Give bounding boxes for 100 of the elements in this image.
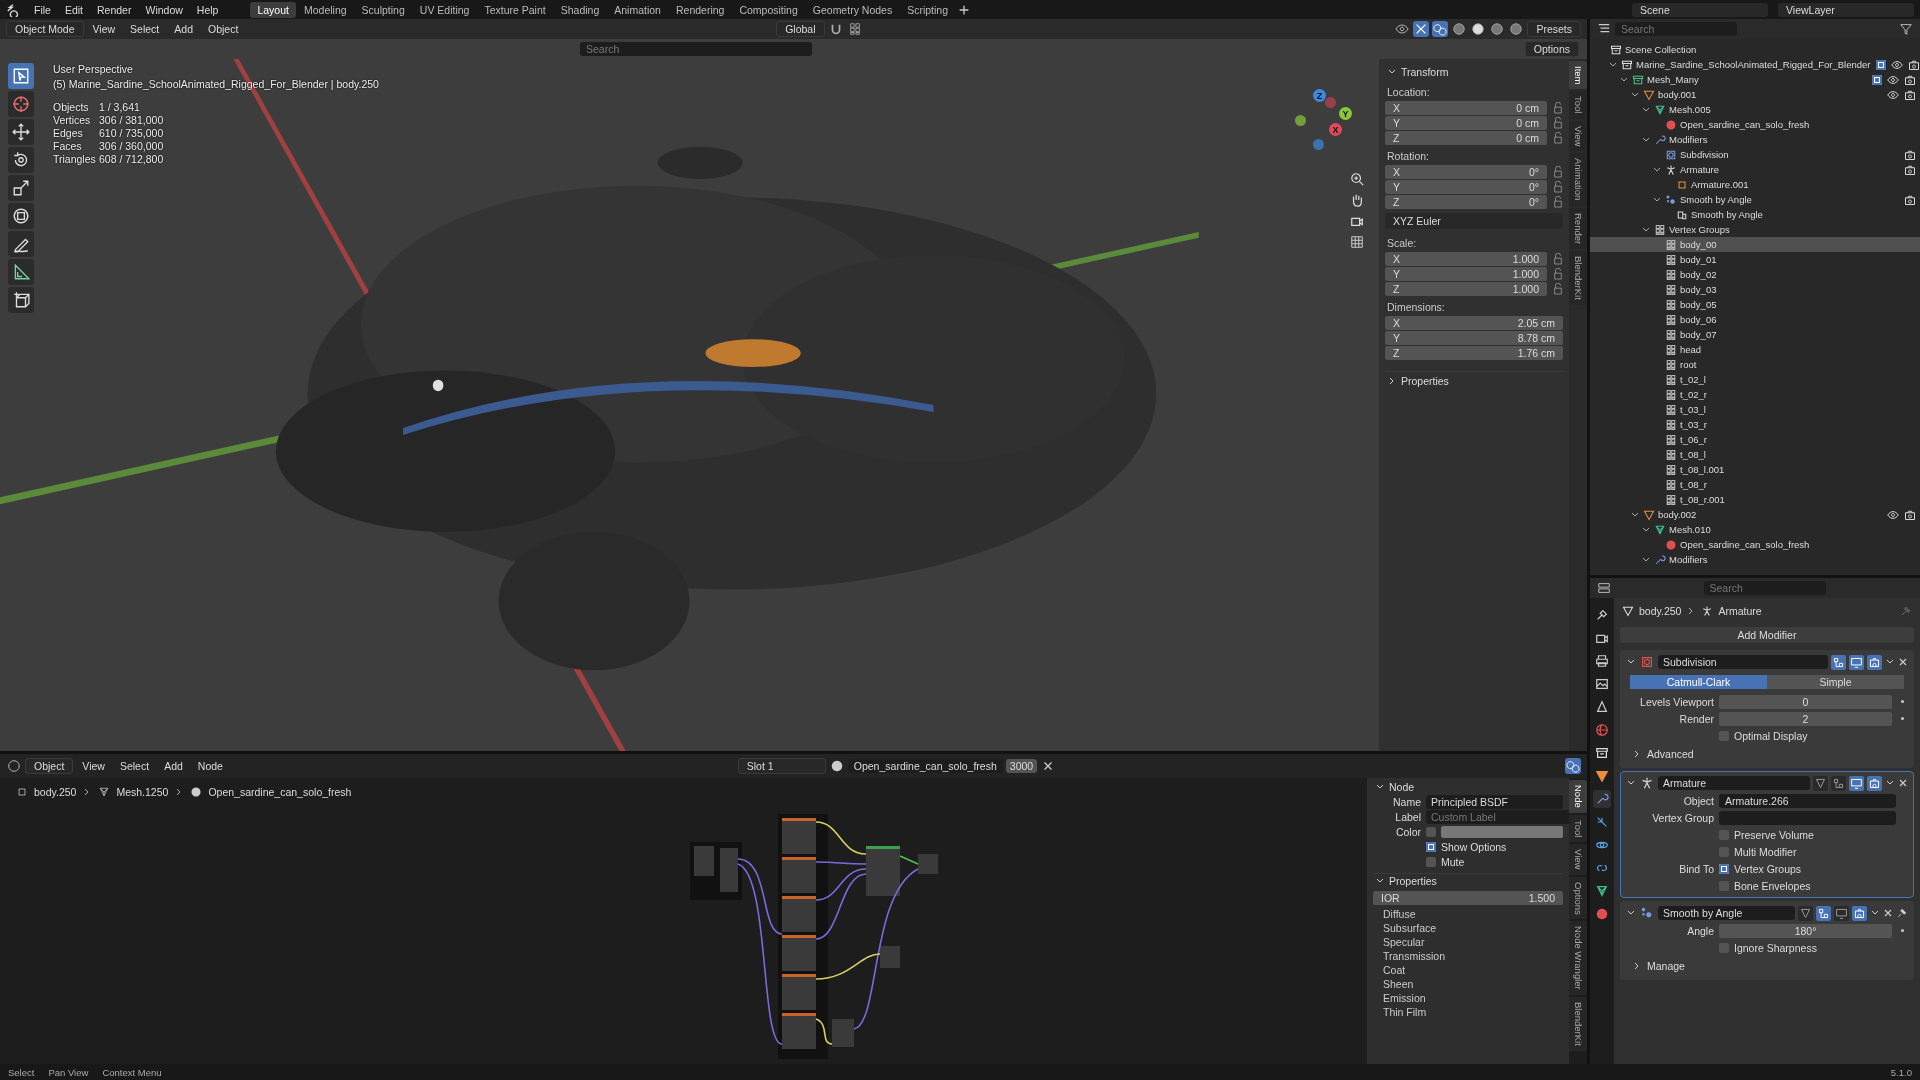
outliner-item[interactable]: body_01 (1590, 252, 1920, 267)
checkbox[interactable] (1719, 730, 1729, 741)
outliner-item[interactable]: t_02_r (1590, 387, 1920, 402)
checkbox[interactable] (1719, 846, 1729, 857)
vertices-icon[interactable] (1831, 775, 1846, 791)
monitor-icon[interactable] (1849, 775, 1864, 791)
search-field[interactable]: Search (580, 42, 812, 56)
menu-item[interactable]: Add (168, 21, 199, 37)
select-box-icon[interactable] (8, 63, 34, 89)
subpanel-header[interactable]: Emission (1373, 992, 1563, 1005)
vertices-icon[interactable] (1816, 905, 1831, 921)
node-card[interactable] (782, 1013, 816, 1049)
subpanel-header[interactable]: Sheen (1373, 978, 1563, 991)
search-field[interactable]: Search (1703, 581, 1826, 595)
search-field[interactable]: Search (1615, 22, 1737, 36)
outliner-item[interactable]: Smooth by Angle (1590, 207, 1920, 222)
modifier-name-field[interactable]: Subdivision (1658, 655, 1828, 669)
outliner-item[interactable]: Open_sardine_can_solo_fresh (1590, 117, 1920, 132)
shading-sphere-icon[interactable] (1508, 21, 1525, 37)
rotation-mode-dropdown[interactable]: XYZ Euler (1385, 213, 1563, 229)
object-field[interactable]: Armature.266 (1719, 793, 1896, 808)
editor-type-icon[interactable] (1596, 580, 1612, 596)
workspace-tab[interactable]: UV Editing (412, 1, 477, 18)
checkbox[interactable] (1719, 880, 1729, 891)
user-count[interactable]: 3000 (1005, 759, 1038, 773)
name-field[interactable]: Principled BSDF (1426, 795, 1563, 809)
node-card[interactable] (782, 935, 816, 971)
menu-item[interactable]: Render (91, 1, 138, 18)
outliner-item[interactable]: Smooth by Angle (1590, 192, 1920, 207)
outliner-item[interactable]: Scene Collection (1590, 42, 1920, 57)
move-icon[interactable] (8, 119, 34, 145)
segment-button[interactable]: Catmull-Clark (1630, 675, 1767, 689)
node-card[interactable] (880, 946, 900, 968)
outliner-item[interactable]: t_08_l (1590, 447, 1920, 462)
printer-icon[interactable] (1593, 652, 1611, 670)
filter-icon[interactable] (1898, 21, 1914, 37)
number-field[interactable]: Y 1.000 (1385, 267, 1547, 281)
axis-dot-icon[interactable] (1313, 139, 1324, 150)
checkbox[interactable] (1426, 857, 1436, 867)
number-field[interactable]: Z 0° (1385, 195, 1547, 209)
menu-item[interactable]: Help (190, 1, 225, 18)
checkbox[interactable] (1719, 942, 1729, 953)
node-card[interactable] (694, 846, 714, 876)
breadcrumb-item[interactable]: body.250 (34, 786, 77, 798)
orientation-dropdown[interactable]: Global (776, 21, 825, 37)
shading-sphere-icon[interactable] (1451, 21, 1468, 37)
camera-icon[interactable] (1904, 193, 1916, 206)
subpanel-header[interactable]: Specular (1373, 936, 1563, 949)
zoom-icon[interactable] (1349, 171, 1365, 187)
sidebar-tab[interactable]: View (1569, 844, 1587, 875)
menu-item[interactable]: View (76, 758, 111, 774)
subpanel-header[interactable]: Manage (1647, 960, 1685, 972)
sidebar-tab[interactable]: Options (1569, 876, 1587, 920)
node-card[interactable] (782, 974, 816, 1010)
sidebar-tab[interactable]: Tool (1569, 91, 1587, 119)
outliner-item[interactable]: body.001 (1590, 87, 1920, 102)
view-layer-field[interactable]: ViewLayer (1778, 2, 1914, 17)
outliner-item[interactable]: Open_sardine_can_solo_fresh (1590, 537, 1920, 552)
outliner-item[interactable]: Vertex Groups (1590, 222, 1920, 237)
rotate-icon[interactable] (8, 147, 34, 173)
number-field[interactable]: 2 (1719, 711, 1892, 726)
subpanel-header[interactable]: Subsurface (1373, 922, 1563, 935)
menu-item[interactable]: Node (191, 758, 229, 774)
outliner-item[interactable]: Mesh.010 (1590, 522, 1920, 537)
lock-icon[interactable] (1553, 268, 1563, 280)
outliner-item[interactable]: t_08_r.001 (1590, 492, 1920, 507)
overlay-icon[interactable] (1432, 21, 1449, 37)
options-dropdown[interactable]: Options (1524, 41, 1579, 57)
lock-icon[interactable] (1553, 283, 1563, 295)
workspace-tab[interactable]: Compositing (732, 1, 805, 18)
shading-sphere-icon[interactable] (1470, 21, 1487, 37)
camera-icon[interactable] (1867, 775, 1882, 791)
subpanel-header[interactable]: Diffuse (1373, 908, 1563, 921)
number-field[interactable]: 0 (1719, 694, 1892, 709)
checkbox[interactable] (1719, 863, 1729, 874)
sidebar-tab[interactable]: View (1569, 120, 1587, 152)
menu-item[interactable]: Window (139, 1, 189, 18)
node-card[interactable] (782, 896, 816, 932)
number-field[interactable]: Y 0 cm (1385, 116, 1547, 130)
node-card[interactable] (918, 854, 938, 874)
slot-dropdown[interactable]: Slot 1 (737, 758, 826, 774)
mode-dropdown[interactable]: Object (25, 758, 74, 774)
node-card[interactable] (832, 1019, 854, 1047)
outliner-item[interactable]: t_08_l.001 (1590, 462, 1920, 477)
subpanel-header[interactable]: Thin Film (1373, 1006, 1563, 1019)
outliner-item[interactable]: t_02_l (1590, 372, 1920, 387)
node-card[interactable] (866, 846, 900, 896)
checkbox-label[interactable]: Vertex Groups (1734, 862, 1802, 875)
outliner-item[interactable]: t_03_r (1590, 417, 1920, 432)
menu-item[interactable]: Edit (58, 1, 89, 18)
ior-field[interactable]: IOR 1.500 (1373, 891, 1563, 905)
number-field[interactable]: 180° (1719, 923, 1892, 938)
lock-icon[interactable] (1553, 102, 1563, 114)
camera-icon[interactable] (1908, 58, 1920, 71)
eye-icon[interactable] (1887, 88, 1899, 101)
camera-icon[interactable] (1852, 905, 1867, 921)
camera-icon[interactable] (1904, 73, 1916, 86)
number-field[interactable]: X 2.05 cm (1385, 316, 1563, 330)
workspace-tab[interactable]: Sculpting (354, 1, 412, 18)
grid-icon[interactable] (1349, 234, 1365, 250)
